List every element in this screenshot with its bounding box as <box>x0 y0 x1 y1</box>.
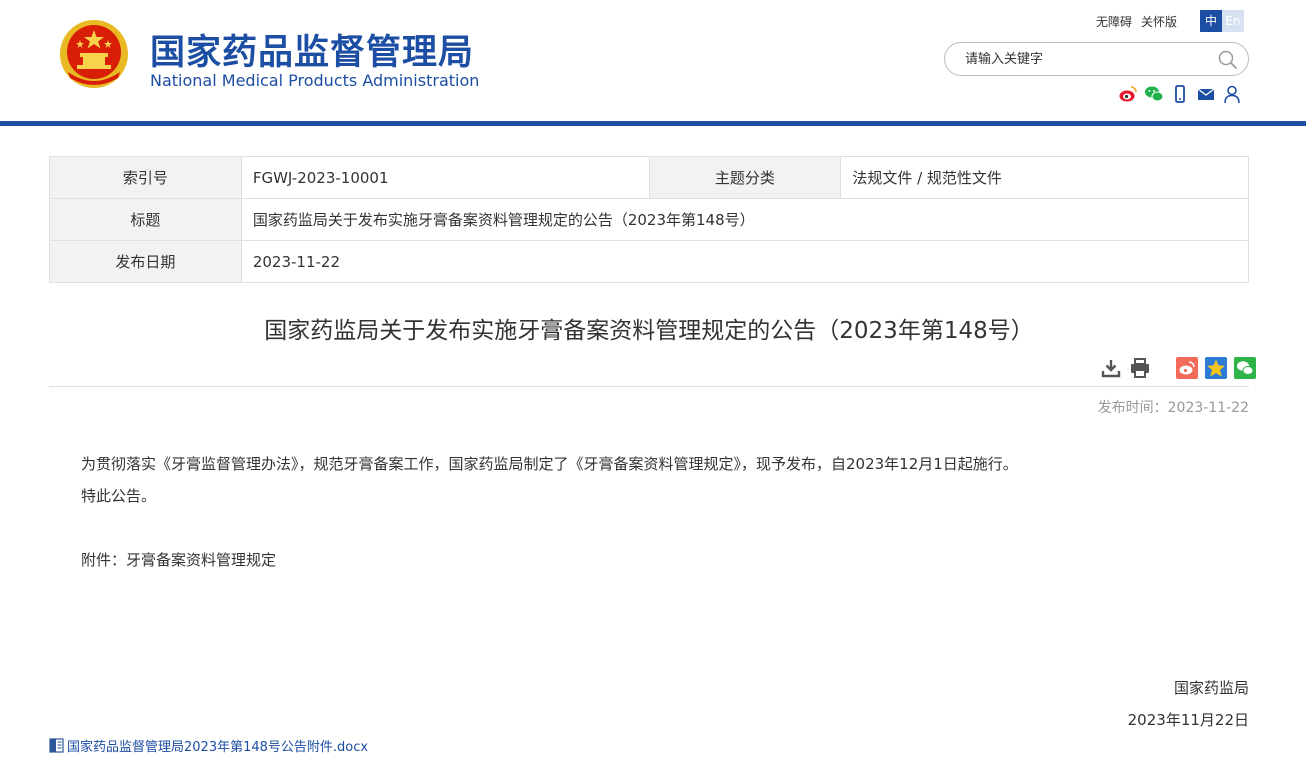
category-label: 主题分类 <box>648 156 842 199</box>
signer: 国家药监局 <box>1173 679 1249 697</box>
article-paragraph: 特此公告。 <box>81 487 157 505</box>
publish-time: 发布时间：2023-11-22 <box>1040 397 1249 417</box>
article-title: 国家药监局关于发布实施牙膏备案资料管理规定的公告（2023年第148号） <box>264 318 1034 344</box>
print-icon[interactable] <box>1129 357 1151 379</box>
publish-label: 发布时间： <box>1097 400 1168 416</box>
title-divider <box>49 386 1249 387</box>
site-title-cn: 国家药品监督管理局 <box>150 33 475 73</box>
attachment-filename[interactable]: 国家药品监督管理局2023年第148号公告附件.docx <box>67 736 368 755</box>
table-row: 标题 国家药监局关于发布实施牙膏备案资料管理规定的公告（2023年第148号） <box>49 198 1250 241</box>
national-emblem-icon <box>60 20 128 88</box>
document-info-table: 索引号 FGWJ-2023-10001 主题分类 法规文件 / 规范性文件 标题… <box>49 156 1250 283</box>
search-input[interactable] <box>963 51 1217 68</box>
social-links <box>1118 84 1242 104</box>
index-label: 索引号 <box>49 156 242 199</box>
share-qzone-icon[interactable] <box>1205 357 1227 379</box>
top-links: 无障碍 关怀版 <box>1096 13 1186 30</box>
weibo-icon[interactable] <box>1118 84 1138 104</box>
word-doc-icon <box>49 738 64 753</box>
sign-date: 2023年11月22日 <box>1127 711 1249 729</box>
attachment-link[interactable]: 国家药品监督管理局2023年第148号公告附件.docx <box>49 736 368 755</box>
search-icon[interactable] <box>1218 50 1238 70</box>
download-icon[interactable] <box>1100 357 1122 379</box>
lang-cn-button[interactable]: 中 <box>1200 10 1222 32</box>
publish-date: 2023-11-22 <box>1167 400 1249 416</box>
accessibility-link[interactable]: 无障碍 <box>1096 15 1132 29</box>
category-value: 法规文件 / 规范性文件 <box>840 156 1249 199</box>
mobile-icon[interactable] <box>1170 84 1190 104</box>
article-paragraph: 为贯彻落实《牙膏监督管理办法》，规范牙膏备案工作，国家药监局制定了《牙膏备案资料… <box>81 455 1018 473</box>
date-value: 2023-11-22 <box>240 240 1250 283</box>
header-divider <box>0 121 1306 126</box>
index-value: FGWJ-2023-10001 <box>240 156 650 199</box>
language-switch: 中 En <box>1200 10 1244 32</box>
attachment-note: 附件：牙膏备案资料管理规定 <box>81 551 277 569</box>
table-row: 发布日期 2023-11-22 <box>49 240 1250 283</box>
share-wechat-icon[interactable] <box>1234 357 1256 379</box>
search-box <box>944 42 1249 76</box>
mail-icon[interactable] <box>1196 84 1216 104</box>
site-header: 国家药品监督管理局 National Medical Products Admi… <box>0 0 1306 121</box>
site-title-en: National Medical Products Administration <box>150 71 480 90</box>
title-value: 国家药监局关于发布实施牙膏备案资料管理规定的公告（2023年第148号） <box>240 198 1250 241</box>
title-label: 标题 <box>49 198 242 241</box>
user-icon[interactable] <box>1222 84 1242 104</box>
lang-en-button[interactable]: En <box>1222 10 1244 32</box>
wechat-icon[interactable] <box>1144 84 1164 104</box>
table-row: 索引号 FGWJ-2023-10001 主题分类 法规文件 / 规范性文件 <box>49 156 1249 199</box>
care-mode-link[interactable]: 关怀版 <box>1141 15 1177 29</box>
date-label: 发布日期 <box>49 240 242 283</box>
article-tools <box>1100 357 1263 379</box>
share-weibo-icon[interactable] <box>1176 357 1198 379</box>
